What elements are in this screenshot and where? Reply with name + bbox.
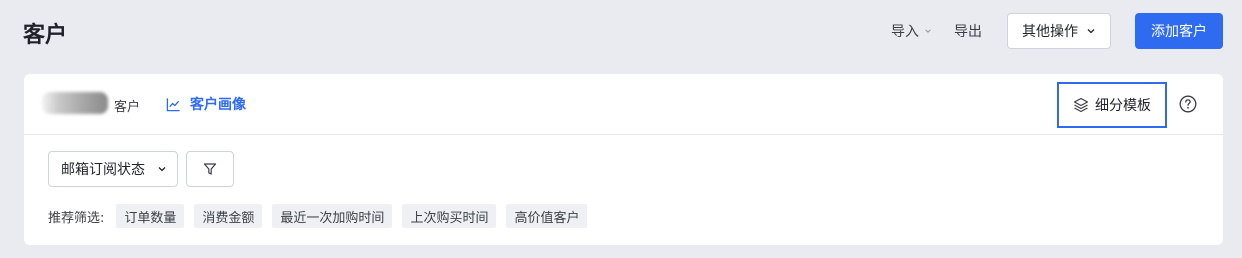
chevron-down-icon bbox=[158, 167, 166, 172]
segment-template-button[interactable]: 细分模板 bbox=[1057, 82, 1167, 128]
export-label: 导出 bbox=[954, 24, 982, 40]
line-chart-icon bbox=[166, 97, 180, 111]
customer-card: 客户 客户画像 细分模板 邮箱订阅状态 推荐筛选: 订单数量 消费金额 最近一次… bbox=[24, 74, 1223, 245]
filter-row: 邮箱订阅状态 bbox=[48, 151, 234, 187]
recommended-filters-label: 推荐筛选: bbox=[48, 210, 105, 226]
blurred-customer-count bbox=[42, 92, 108, 114]
segment-template-label: 细分模板 bbox=[1095, 98, 1151, 114]
layers-icon bbox=[1073, 97, 1089, 113]
header-actions: 导入 导出 其他操作 添加客户 bbox=[891, 13, 1223, 49]
customer-profile-label: 客户画像 bbox=[190, 97, 246, 113]
recommended-filter-chip[interactable]: 订单数量 bbox=[116, 204, 185, 228]
subscription-status-select[interactable]: 邮箱订阅状态 bbox=[48, 151, 178, 187]
filter-icon bbox=[203, 163, 217, 175]
customer-count-suffix: 客户 bbox=[114, 100, 141, 115]
card-header: 客户 客户画像 细分模板 bbox=[24, 74, 1223, 135]
help-icon[interactable] bbox=[1179, 95, 1197, 113]
recommended-filter-chip[interactable]: 高价值客户 bbox=[506, 204, 588, 228]
recommended-filter-chip[interactable]: 上次购买时间 bbox=[402, 204, 497, 228]
filter-button[interactable] bbox=[186, 151, 234, 187]
chevron-down-icon bbox=[925, 29, 931, 33]
recommended-filter-chip[interactable]: 最近一次加购时间 bbox=[272, 204, 393, 228]
chevron-down-icon bbox=[1087, 29, 1095, 34]
recommended-filters: 推荐筛选: 订单数量 消费金额 最近一次加购时间 上次购买时间 高价值客户 bbox=[48, 204, 597, 228]
export-button[interactable]: 导出 bbox=[954, 21, 982, 41]
import-label: 导入 bbox=[891, 24, 919, 40]
page-title: 客户 bbox=[23, 23, 68, 48]
import-button[interactable]: 导入 bbox=[891, 21, 932, 41]
recommended-filter-chip[interactable]: 消费金额 bbox=[194, 204, 263, 228]
customer-profile-link[interactable]: 客户画像 bbox=[166, 94, 246, 114]
more-actions-button[interactable]: 其他操作 bbox=[1007, 13, 1111, 49]
more-actions-label: 其他操作 bbox=[1022, 24, 1078, 40]
add-customer-button[interactable]: 添加客户 bbox=[1135, 13, 1223, 49]
subscription-status-value: 邮箱订阅状态 bbox=[61, 162, 145, 178]
